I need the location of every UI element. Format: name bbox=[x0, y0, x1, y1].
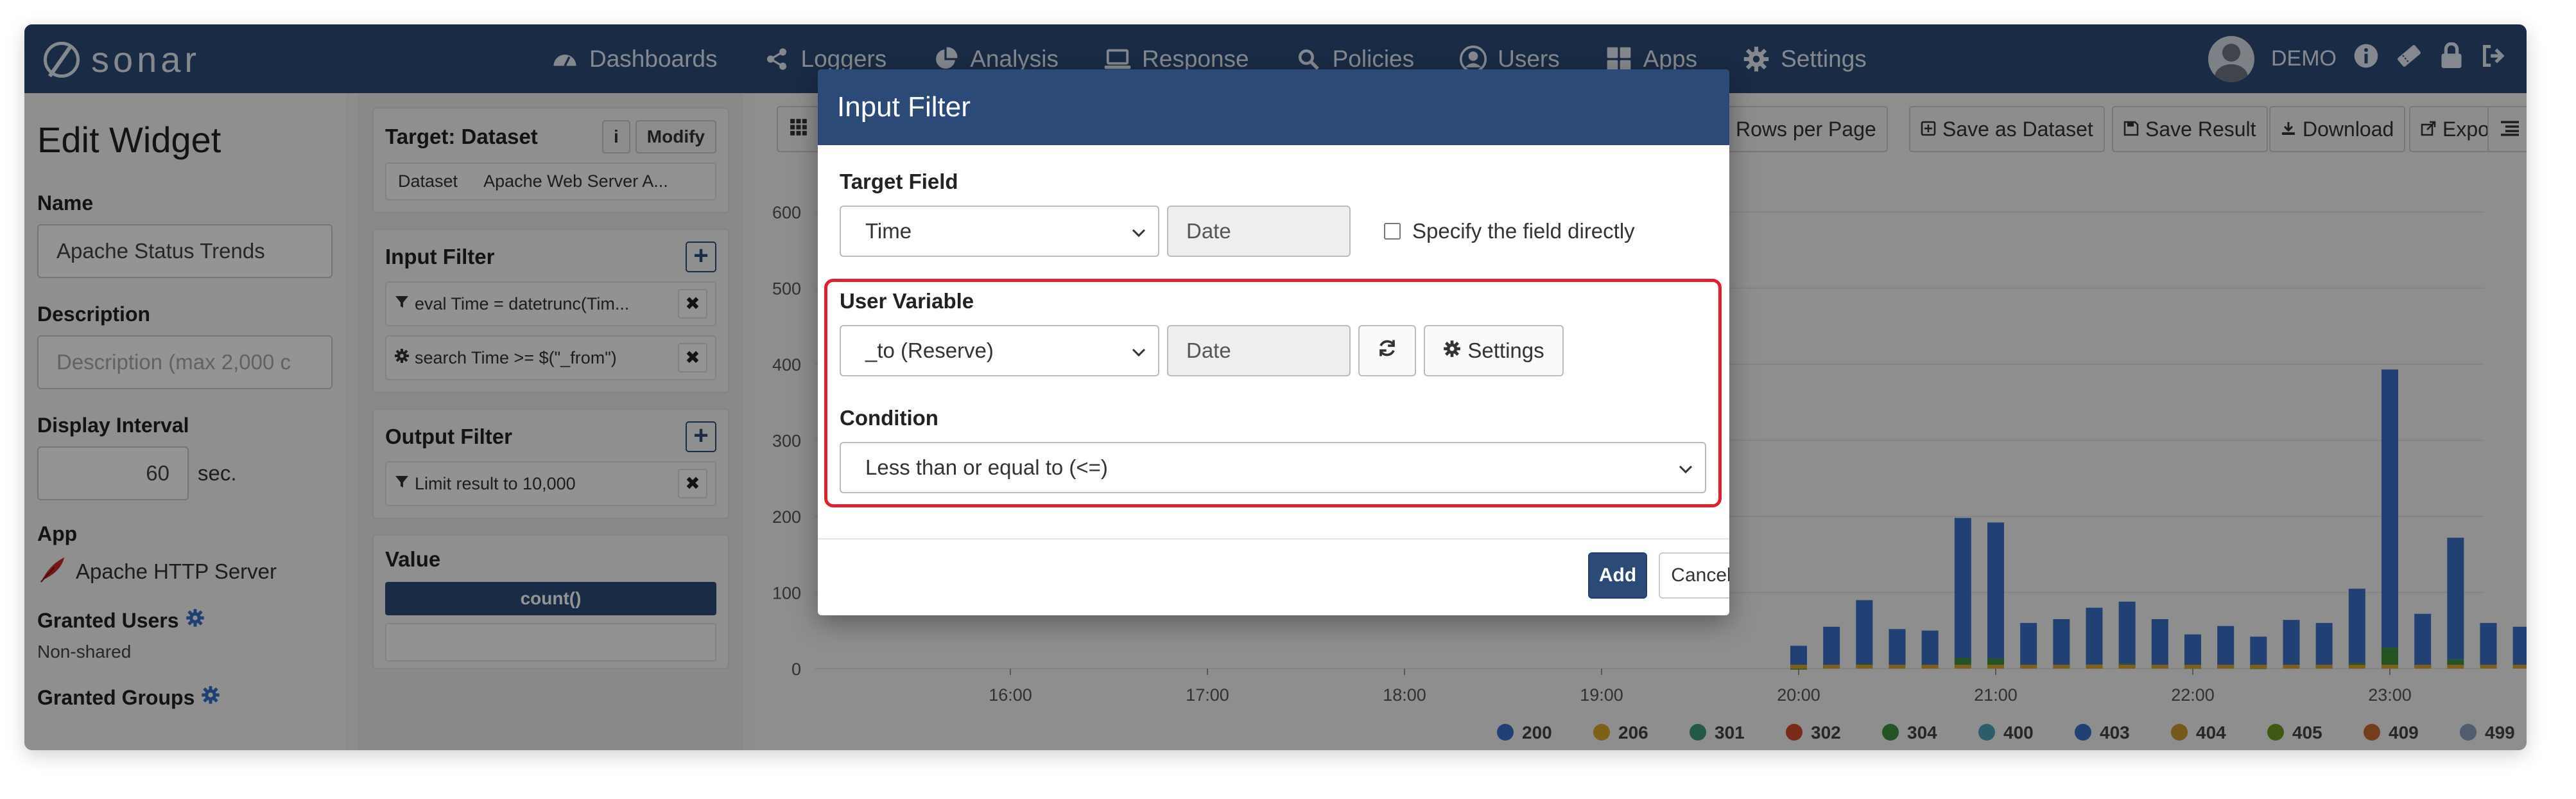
specify-directly-checkbox[interactable] bbox=[1384, 223, 1401, 240]
app-window: sonar Dashboards Loggers Analysis Respon… bbox=[24, 24, 2527, 750]
specify-directly-label: Specify the field directly bbox=[1412, 219, 1635, 243]
modal-body: Target Field Time Date Specify the field… bbox=[818, 145, 1729, 538]
input-filter-modal: Input Filter Target Field Time Date Spec… bbox=[818, 69, 1729, 615]
cancel-button[interactable]: Cancel bbox=[1659, 552, 1729, 599]
modal-footer: Add Cancel bbox=[818, 538, 1729, 615]
highlight-box bbox=[824, 279, 1722, 507]
target-field-select[interactable]: Time bbox=[840, 206, 1159, 257]
target-field-value: Time bbox=[865, 219, 912, 243]
chevron-down-icon bbox=[1131, 219, 1146, 243]
target-field-type: Date bbox=[1167, 206, 1351, 257]
target-field-label: Target Field bbox=[840, 170, 958, 193]
modal-title: Input Filter bbox=[818, 69, 1729, 145]
add-button[interactable]: Add bbox=[1588, 552, 1647, 599]
